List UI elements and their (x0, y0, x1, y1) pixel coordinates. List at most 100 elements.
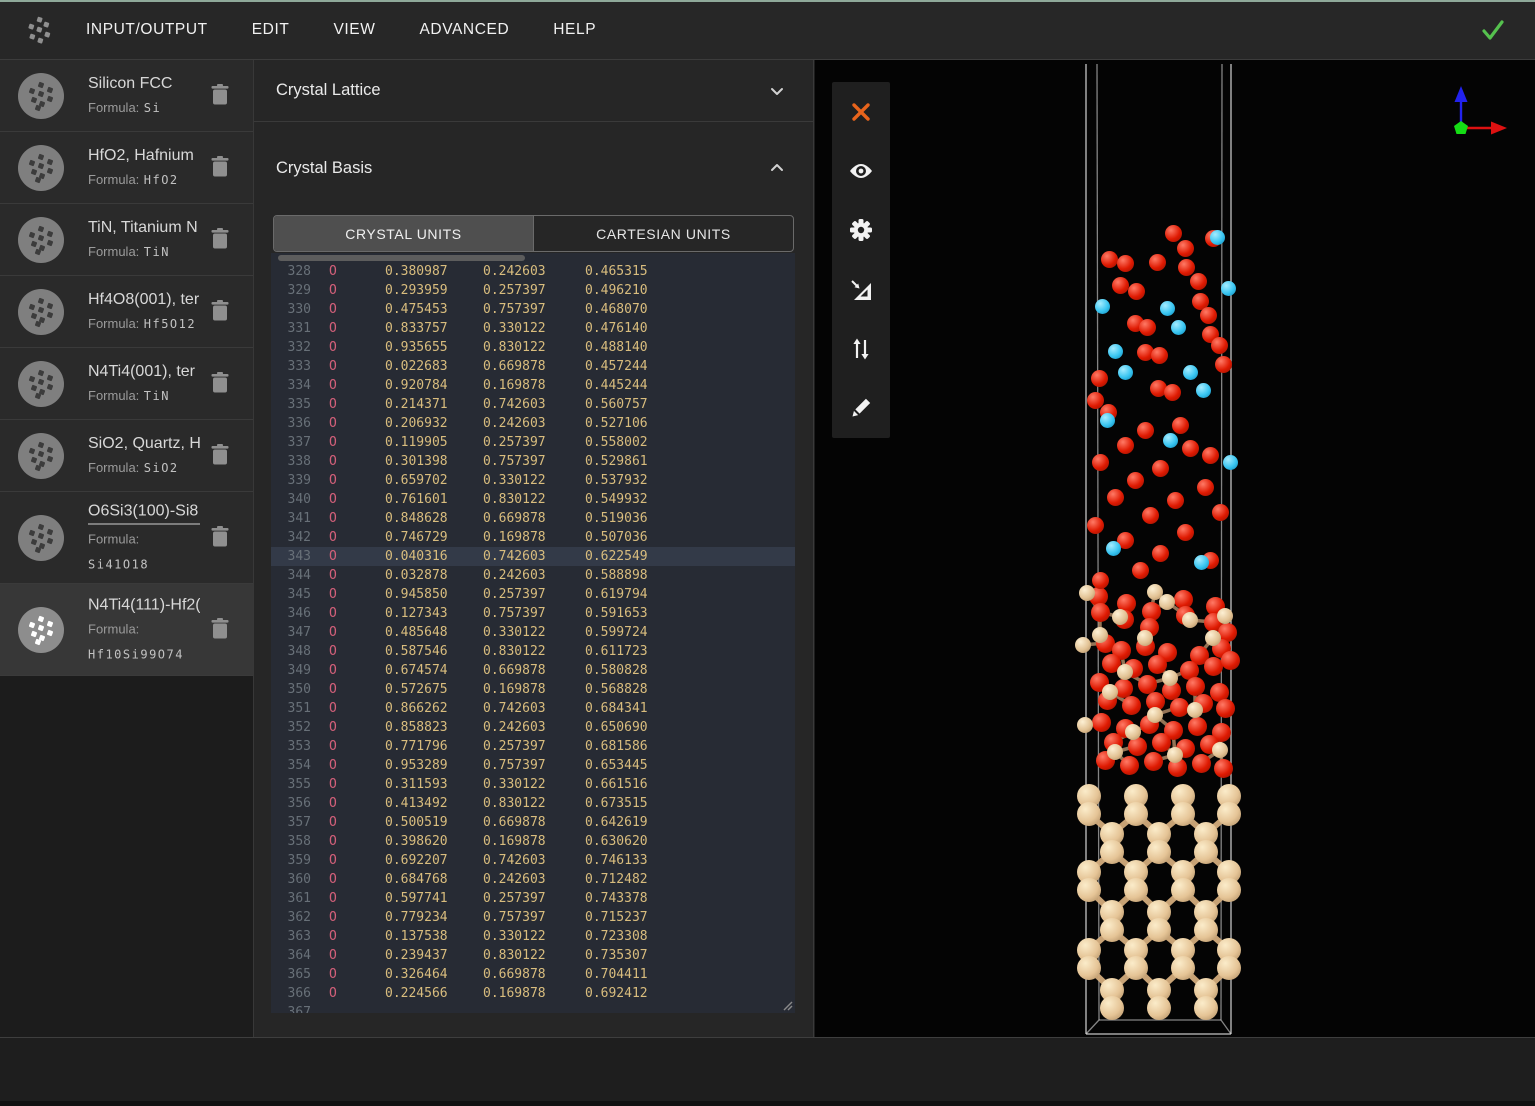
formula-value: Si (144, 101, 161, 115)
atom-oxygen (1216, 699, 1235, 718)
app-logo-icon (22, 13, 56, 47)
close-button[interactable] (832, 82, 890, 141)
atom-silicon (1171, 878, 1195, 902)
atom-silicon-small (1092, 627, 1108, 643)
atom-oxygen (1188, 717, 1207, 736)
crystal-lattice-section-header[interactable]: Crystal Lattice (254, 60, 813, 122)
formula-value: TiN (144, 389, 170, 403)
trash-icon (209, 442, 231, 466)
atom-oxygen (1139, 319, 1156, 336)
menu-edit[interactable]: EDIT (252, 21, 290, 39)
atom-silicon (1124, 802, 1148, 826)
atom-oxygen (1120, 756, 1139, 775)
tab-crystal-units[interactable]: CRYSTAL UNITS (274, 216, 533, 251)
atom-oxygen (1092, 572, 1109, 589)
atom-silicon-small (1212, 742, 1228, 758)
basis-row: 328O0.3809870.2426030.465315 (271, 262, 795, 281)
atom-oxygen (1164, 384, 1181, 401)
basis-row: 340O0.7616010.8301220.549932 (271, 490, 795, 509)
material-title: TiN, Titanium N (88, 219, 200, 237)
structure-3d-viewport[interactable] (815, 60, 1535, 1037)
atom-oxygen (1138, 675, 1157, 694)
crystal-basis-section-header[interactable]: Crystal Basis (254, 122, 813, 214)
chevron-down-icon[interactable] (765, 79, 789, 103)
basis-row: 361O0.5977410.2573970.743378 (271, 889, 795, 908)
delete-material-button[interactable] (207, 80, 233, 111)
delete-material-button[interactable] (207, 522, 233, 553)
delete-material-button[interactable] (207, 368, 233, 399)
material-meta: Silicon FCCFormula: Si (88, 75, 200, 117)
basis-row: 330O0.4754530.7573970.468070 (271, 300, 795, 319)
sidebar-item[interactable]: Hf4O8(001), terFormula: Hf5O12 (0, 276, 253, 348)
material-meta: N4Ti4(001), terFormula: TiN (88, 363, 200, 405)
atom-oxygen (1202, 447, 1219, 464)
menu-view[interactable]: VIEW (333, 21, 375, 39)
basis-coordinates-editor[interactable]: 328O0.3809870.2426030.465315329O0.293959… (271, 253, 795, 1013)
editor-resize-grip[interactable] (781, 999, 793, 1011)
atom-silicon (1124, 878, 1148, 902)
formula-value: HfO2 (144, 173, 179, 187)
delete-material-button[interactable] (207, 440, 233, 471)
atom-silicon (1124, 956, 1148, 980)
chevron-up-icon[interactable] (765, 156, 789, 180)
atom-oxygen (1165, 225, 1182, 242)
editor-scrollbar-thumb[interactable] (278, 255, 525, 261)
atom-silicon (1147, 918, 1171, 942)
atom-oxygen (1151, 347, 1168, 364)
atom-oxygen (1172, 417, 1189, 434)
basis-row: 353O0.7717960.2573970.681586 (271, 737, 795, 756)
atom-oxygen (1122, 696, 1141, 715)
formula-label: Formula: (88, 244, 139, 259)
set-square-icon (848, 277, 874, 303)
window-bottom-edge (0, 1101, 1535, 1106)
atom-silicon (1194, 840, 1218, 864)
atom-oxygen (1087, 392, 1104, 409)
atom-silicon-small (1112, 609, 1128, 625)
atom-oxygen (1197, 479, 1214, 496)
atom-hafnium (1196, 383, 1211, 398)
basis-row: 350O0.5726750.1698780.568828 (271, 680, 795, 699)
basis-row: 335O0.2143710.7426030.560757 (271, 395, 795, 414)
visibility-button[interactable] (832, 141, 890, 200)
atom-oxygen (1091, 603, 1110, 622)
sidebar-item[interactable]: Silicon FCCFormula: Si (0, 60, 253, 132)
units-tabs: CRYSTAL UNITS CARTESIAN UNITS (273, 215, 794, 252)
sidebar-item[interactable]: N4Ti4(001), terFormula: TiN (0, 348, 253, 420)
menu-advanced[interactable]: ADVANCED (419, 21, 509, 39)
edit-structure-button[interactable] (832, 379, 890, 438)
viewer-toolbar (832, 82, 890, 438)
menu-help[interactable]: HELP (553, 21, 596, 39)
sidebar-item[interactable]: TiN, Titanium NFormula: TiN (0, 204, 253, 276)
atom-oxygen (1192, 754, 1211, 773)
basis-row: 362O0.7792340.7573970.715237 (271, 908, 795, 927)
basis-rows: 328O0.3809870.2426030.465315329O0.293959… (271, 262, 795, 1013)
menu-input-output[interactable]: INPUT/OUTPUT (86, 21, 208, 39)
trash-icon (209, 524, 231, 548)
materials-list-sidebar: Silicon FCCFormula: Si HfO2, HafniumForm… (0, 60, 254, 1037)
atom-oxygen (1200, 307, 1217, 324)
eye-icon (847, 159, 875, 183)
sidebar-item[interactable]: O6Si3(100)-Si8Formula: Si41O18 (0, 492, 253, 584)
delete-material-button[interactable] (207, 614, 233, 645)
sidebar-item[interactable]: HfO2, HafniumFormula: HfO2 (0, 132, 253, 204)
measure-button[interactable] (832, 260, 890, 319)
sidebar-item[interactable]: N4Ti4(111)-Hf2(Formula: Hf10Si99O74 (0, 584, 253, 676)
tab-cartesian-units[interactable]: CARTESIAN UNITS (533, 216, 793, 251)
formula-label: Formula: (88, 531, 139, 546)
delete-material-button[interactable] (207, 296, 233, 327)
atom-silicon (1077, 878, 1101, 902)
atom-silicon-small (1217, 608, 1233, 624)
atom-silicon-small (1182, 612, 1198, 628)
atom-hafnium (1118, 365, 1133, 380)
formula-label: Formula: (88, 316, 139, 331)
delete-material-button[interactable] (207, 152, 233, 183)
material-avatar (18, 289, 64, 335)
atom-oxygen (1117, 437, 1134, 454)
delete-material-button[interactable] (207, 224, 233, 255)
material-avatar (18, 433, 64, 479)
sidebar-item[interactable]: SiO2, Quartz, HFormula: SiO2 (0, 420, 253, 492)
basis-row: 354O0.9532890.7573970.653445 (271, 756, 795, 775)
settings-button[interactable] (832, 201, 890, 260)
basis-row: 347O0.4856480.3301220.599724 (271, 623, 795, 642)
swap-axes-button[interactable] (832, 319, 890, 378)
